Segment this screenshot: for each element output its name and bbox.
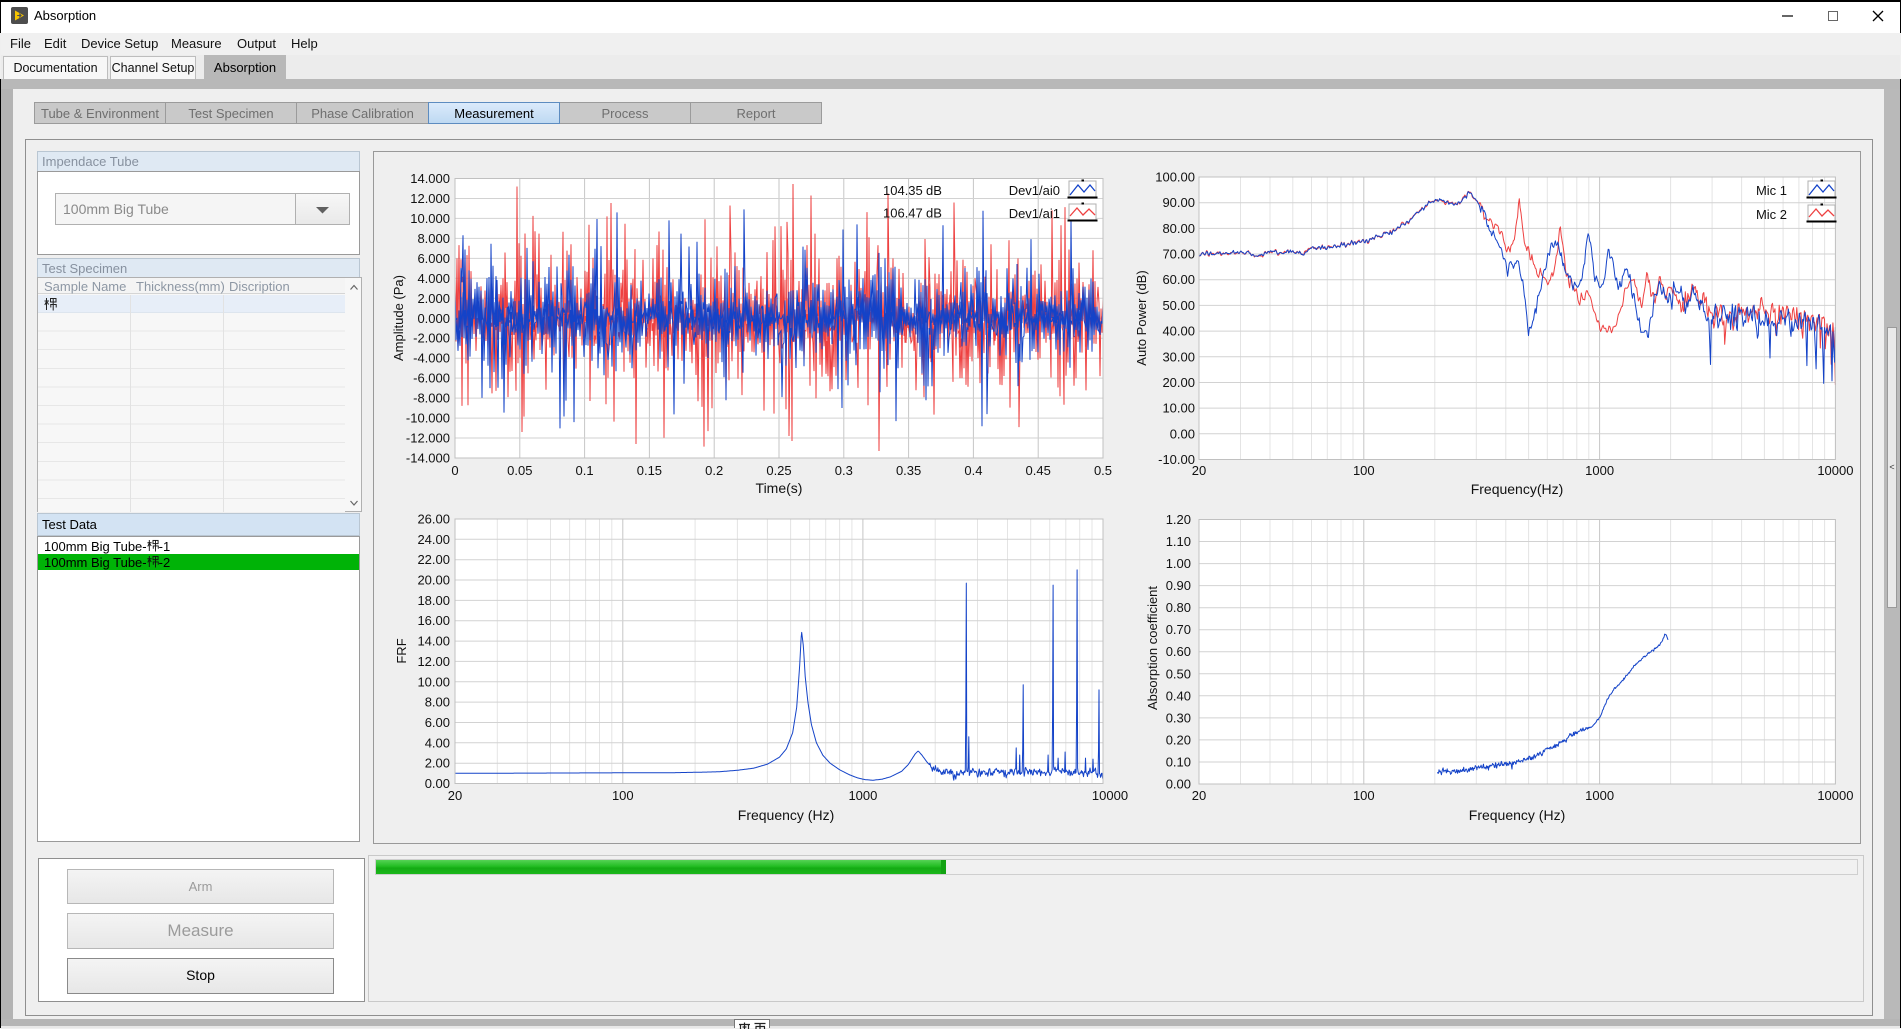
svg-text:20.00: 20.00	[1162, 375, 1195, 390]
svg-text:Mic 2: Mic 2	[1756, 207, 1787, 222]
svg-text:Frequency (Hz): Frequency (Hz)	[1469, 807, 1565, 823]
svg-text:70.00: 70.00	[1162, 247, 1195, 262]
svg-text:0.70: 0.70	[1166, 622, 1191, 637]
svg-text:Dev1/ai0: Dev1/ai0	[1009, 183, 1060, 198]
svg-text:Dev1/ai1: Dev1/ai1	[1009, 206, 1060, 221]
svg-text:10.00: 10.00	[1162, 401, 1195, 416]
svg-text:2.00: 2.00	[425, 756, 450, 771]
svg-text:0.80: 0.80	[1166, 600, 1191, 615]
svg-text:0: 0	[451, 463, 458, 478]
svg-text:0.20: 0.20	[1166, 732, 1191, 747]
svg-text:16.00: 16.00	[417, 613, 450, 628]
svg-text:50.00: 50.00	[1162, 298, 1195, 313]
svg-text:10000: 10000	[1817, 463, 1853, 478]
svg-text:Mic 1: Mic 1	[1756, 183, 1787, 198]
svg-text:-10.00: -10.00	[1158, 452, 1195, 467]
svg-text:14.00: 14.00	[417, 634, 450, 649]
svg-text:18.00: 18.00	[417, 593, 450, 608]
svg-text:dB: dB	[926, 206, 942, 221]
svg-text:0.000: 0.000	[417, 311, 450, 326]
svg-text:80.00: 80.00	[1162, 221, 1195, 236]
svg-text:FRF: FRF	[394, 638, 409, 663]
svg-text:14.000: 14.000	[410, 171, 450, 186]
svg-text:-10.000: -10.000	[406, 411, 450, 426]
svg-text:20: 20	[1192, 788, 1206, 803]
svg-text:Amplitude (Pa): Amplitude (Pa)	[391, 275, 406, 361]
svg-text:100: 100	[612, 788, 634, 803]
svg-text:24.00: 24.00	[417, 532, 450, 547]
svg-text:10.000: 10.000	[410, 211, 450, 226]
svg-text:0.90: 0.90	[1166, 578, 1191, 593]
svg-text:60.00: 60.00	[1162, 272, 1195, 287]
svg-text:6.00: 6.00	[425, 715, 450, 730]
svg-text:100: 100	[1353, 788, 1375, 803]
svg-text:10.00: 10.00	[417, 674, 450, 689]
svg-text:20: 20	[448, 788, 462, 803]
svg-text:0.50: 0.50	[1166, 666, 1191, 681]
svg-text:0.1: 0.1	[576, 463, 594, 478]
svg-text:Absorption coefficient: Absorption coefficient	[1145, 586, 1160, 710]
svg-text:10000: 10000	[1092, 788, 1128, 803]
svg-text:0.25: 0.25	[766, 463, 791, 478]
svg-text:0.00: 0.00	[1166, 777, 1191, 792]
svg-text:0.05: 0.05	[507, 463, 532, 478]
svg-text:0.4: 0.4	[964, 463, 982, 478]
svg-text:20: 20	[1192, 463, 1206, 478]
svg-text:-14.000: -14.000	[406, 451, 450, 466]
svg-text:1.00: 1.00	[1166, 556, 1191, 571]
svg-text:0.30: 0.30	[1166, 710, 1191, 725]
svg-text:0.3: 0.3	[835, 463, 853, 478]
svg-text:40.00: 40.00	[1162, 324, 1195, 339]
svg-text:12.000: 12.000	[410, 191, 450, 206]
svg-text:Frequency (Hz): Frequency (Hz)	[738, 807, 834, 823]
svg-text:90.00: 90.00	[1162, 195, 1195, 210]
svg-text:104.35: 104.35	[883, 183, 923, 198]
svg-text:20.00: 20.00	[417, 573, 450, 588]
svg-text:100.00: 100.00	[1155, 170, 1195, 185]
svg-text:0.00: 0.00	[425, 776, 450, 791]
svg-text:106.47: 106.47	[883, 206, 923, 221]
svg-text:dB: dB	[926, 183, 942, 198]
svg-text:22.00: 22.00	[417, 552, 450, 567]
svg-text:1.10: 1.10	[1166, 534, 1191, 549]
svg-text:0.00: 0.00	[1170, 426, 1195, 441]
svg-text:12.00: 12.00	[417, 654, 450, 669]
svg-text:8.000: 8.000	[417, 231, 450, 246]
svg-text:1000: 1000	[848, 788, 877, 803]
svg-text:-2.000: -2.000	[413, 331, 450, 346]
svg-text:4.000: 4.000	[417, 271, 450, 286]
svg-text:1000: 1000	[1585, 788, 1614, 803]
svg-text:-6.000: -6.000	[413, 371, 450, 386]
svg-text:26.00: 26.00	[417, 512, 450, 527]
svg-text:30.00: 30.00	[1162, 349, 1195, 364]
svg-text:100: 100	[1353, 463, 1375, 478]
svg-text:-4.000: -4.000	[413, 351, 450, 366]
svg-text:0.60: 0.60	[1166, 644, 1191, 659]
svg-text:0.40: 0.40	[1166, 688, 1191, 703]
svg-text:Time(s): Time(s)	[756, 480, 803, 496]
svg-text:1.20: 1.20	[1166, 512, 1191, 527]
svg-text:0.5: 0.5	[1094, 463, 1112, 478]
svg-text:-8.000: -8.000	[413, 391, 450, 406]
svg-text:2.000: 2.000	[417, 291, 450, 306]
svg-text:0.15: 0.15	[637, 463, 662, 478]
svg-text:6.000: 6.000	[417, 251, 450, 266]
svg-text:-12.000: -12.000	[406, 431, 450, 446]
svg-text:0.2: 0.2	[705, 463, 723, 478]
svg-text:1000: 1000	[1585, 463, 1614, 478]
svg-text:Auto Power (dB): Auto Power (dB)	[1134, 270, 1149, 365]
svg-text:10000: 10000	[1817, 788, 1853, 803]
svg-text:4.00: 4.00	[425, 735, 450, 750]
svg-text:0.35: 0.35	[896, 463, 921, 478]
svg-text:0.10: 0.10	[1166, 755, 1191, 770]
svg-text:8.00: 8.00	[425, 695, 450, 710]
svg-text:Frequency(Hz): Frequency(Hz)	[1471, 481, 1564, 497]
svg-text:0.45: 0.45	[1026, 463, 1051, 478]
